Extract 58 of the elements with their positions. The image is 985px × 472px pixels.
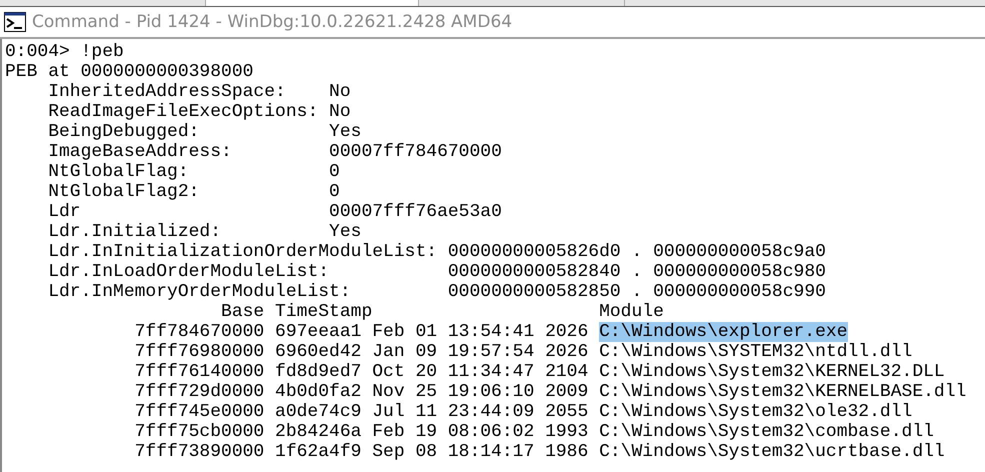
window-title: Command - Pid 1424 - WinDbg:10.0.22621.2428 AMD64 xyxy=(32,12,512,32)
table-cell: 4b0d0fa2 xyxy=(275,382,362,402)
table-cell: Oct 20 11:34:47 2104 xyxy=(372,362,588,382)
field-label: Ldr.InLoadOrderModuleList: xyxy=(48,262,330,282)
table-cell: C:\Windows\System32\ucrtbase.dll xyxy=(599,442,945,462)
table-cell: Jul 11 23:44:09 2055 xyxy=(372,402,588,422)
field-value: 0 xyxy=(329,162,340,182)
field-value: 00000000005826d0 . 000000000058c9a0 xyxy=(448,242,826,262)
table-cell: 6960ed42 xyxy=(275,342,362,362)
table-cell-text: 7fff745e0000 xyxy=(134,402,264,422)
table-cell: C:\Windows\System32\combase.dll xyxy=(599,422,934,442)
field-label: InheritedAddressSpace: xyxy=(48,82,287,102)
table-cell: 1f62a4f9 xyxy=(275,442,362,462)
table-cell-text: 7fff75cb0000 xyxy=(134,422,264,442)
table-cell-text: 7fff76980000 xyxy=(134,342,264,362)
field-label: NtGlobalFlag: xyxy=(48,162,190,182)
table-cell: Sep 08 18:14:17 1986 xyxy=(372,442,588,462)
console-icon xyxy=(4,12,26,32)
table-cell: 697eeaa1 xyxy=(275,322,362,342)
field-label: Ldr.InInitializationOrderModuleList: xyxy=(48,242,438,262)
table-cell-text: 7fff76140000 xyxy=(134,362,264,382)
table-cell: C:\Windows\explorer.exe xyxy=(599,322,848,342)
column-header: TimeStamp xyxy=(275,302,374,322)
command-line: 0:004> !peb xyxy=(5,42,124,62)
table-cell: fd8d9ed7 xyxy=(275,362,362,382)
field-label: Ldr xyxy=(48,202,82,222)
table-cell: C:\Windows\System32\KERNEL32.DLL xyxy=(599,362,945,382)
field-value: Yes xyxy=(329,122,362,142)
column-header: Module xyxy=(599,302,664,322)
table-cell: C:\Windows\SYSTEM32\ntdll.dll xyxy=(599,342,912,362)
window-tab[interactable] xyxy=(206,0,419,6)
table-cell: Feb 01 13:54:41 2026 xyxy=(372,322,588,342)
table-cell: Nov 25 19:06:10 2009 xyxy=(372,382,588,402)
table-cell: C:\Windows\System32\KERNELBASE.dll xyxy=(599,382,966,402)
column-header: Base xyxy=(220,302,264,322)
field-value: 0000000000582850 . 000000000058c990 xyxy=(448,282,826,302)
table-cell: Jan 09 19:57:54 2026 xyxy=(372,342,588,362)
field-value: No xyxy=(329,102,351,122)
table-cell: Feb 19 08:06:02 1993 xyxy=(372,422,588,442)
output-text: PEB at 0000000000398000 xyxy=(5,62,254,82)
field-value: Yes xyxy=(329,222,362,242)
field-label: NtGlobalFlag2: xyxy=(48,182,200,202)
field-label: ReadImageFileExecOptions: xyxy=(48,102,320,122)
field-value: 00007fff76ae53a0 xyxy=(329,202,502,222)
field-value: 00007ff784670000 xyxy=(329,142,502,162)
table-cell-text: 7fff729d0000 xyxy=(134,382,264,402)
table-cell-text: 7ff784670000 xyxy=(134,322,264,342)
table-cell-text: 7fff73890000 xyxy=(134,442,264,462)
field-value: No xyxy=(329,82,351,102)
table-cell: a0de74c9 xyxy=(275,402,362,422)
field-label: Ldr.Initialized: xyxy=(48,222,222,242)
field-label: ImageBaseAddress: xyxy=(48,142,233,162)
field-value: 0000000000582840 . 000000000058c980 xyxy=(448,262,826,282)
table-cell: C:\Windows\System32\ole32.dll xyxy=(599,402,912,422)
field-label: Ldr.InMemoryOrderModuleList: xyxy=(48,282,352,302)
field-value: 0 xyxy=(329,182,340,202)
table-cell: 2b84246a xyxy=(275,422,362,442)
field-label: BeingDebugged: xyxy=(48,122,200,142)
